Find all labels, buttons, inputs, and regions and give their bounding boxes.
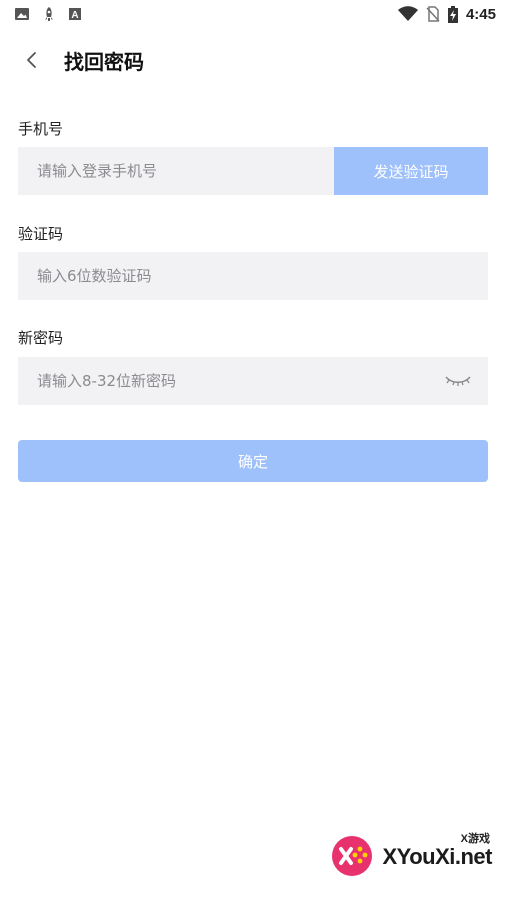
password-visibility-toggle[interactable] (438, 357, 478, 405)
phone-label: 手机号 (18, 120, 64, 138)
code-row (18, 252, 488, 300)
status-time: 4:45 (465, 5, 496, 23)
phone-input[interactable] (18, 147, 334, 195)
rocket-icon (45, 7, 53, 21)
watermark: X游戏 XYouXi.net (330, 826, 496, 886)
send-code-button[interactable]: 发送验证码 (334, 147, 488, 195)
wifi-icon (397, 6, 418, 21)
battery-charging-icon (447, 5, 458, 23)
status-bar: A 4:45 (0, 0, 506, 28)
page-title: 找回密码 (64, 49, 144, 74)
password-label: 新密码 (18, 329, 64, 347)
font-app-icon: A (69, 8, 81, 21)
back-button[interactable] (12, 40, 52, 80)
eye-closed-icon (445, 376, 471, 386)
confirm-button[interactable]: 确定 (18, 440, 488, 482)
status-right: 4:45 (397, 5, 496, 23)
chevron-left-icon (27, 52, 36, 68)
no-sim-icon (426, 6, 440, 22)
password-input[interactable] (18, 357, 438, 405)
phone-row: 发送验证码 (18, 147, 488, 195)
password-row (18, 357, 488, 405)
svg-text:A: A (71, 10, 78, 21)
code-input[interactable] (18, 252, 488, 300)
gamepad-logo-icon (332, 836, 372, 876)
header: 找回密码 (0, 40, 506, 80)
image-icon (15, 8, 29, 20)
code-label: 验证码 (18, 225, 64, 243)
watermark-main-text: XYouXi.net (382, 844, 493, 869)
status-left: A (14, 6, 82, 22)
